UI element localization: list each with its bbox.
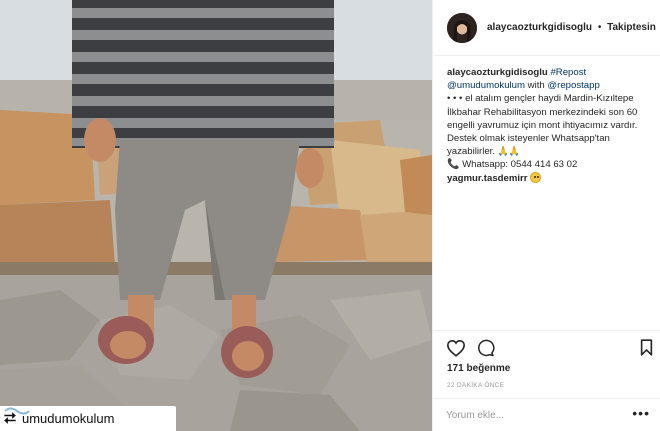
caption-phone-line: Whatsapp: 0544 414 63 02 — [462, 159, 578, 171]
caption-body: • • • el atalım gençler haydi Mardin-Kız… — [447, 92, 655, 158]
caption-username-link[interactable]: alaycaozturkgidisoglu — [447, 67, 548, 78]
heart-icon[interactable] — [446, 339, 466, 357]
bookmark-icon[interactable] — [640, 339, 653, 356]
action-bar — [432, 330, 660, 366]
avatar-image — [447, 12, 477, 43]
smiley-emoji-icon — [530, 171, 542, 183]
comment-input[interactable] — [446, 409, 616, 421]
post-username-link[interactable]: alaycaozturkgidisoglu — [487, 22, 592, 33]
likes-count[interactable]: 171 beğenme — [447, 363, 510, 374]
comment-bubble-icon[interactable] — [476, 339, 495, 357]
caption-with-text: with — [527, 80, 545, 92]
header-separator: • — [597, 22, 602, 33]
post-caption: alaycaozturkgidisoglu #Repost @umudumoku… — [447, 66, 655, 185]
comment-username-link[interactable]: yagmur.tasdemirr — [447, 173, 528, 184]
mention-link-umudumokulum[interactable]: @umudumokulum — [447, 80, 525, 91]
following-button[interactable]: Takiptesin — [607, 22, 656, 33]
repost-watermark: ⮂ umudumokulum — [0, 406, 176, 431]
post-photo[interactable]: ⮂ umudumokulum — [0, 0, 432, 431]
post-timestamp[interactable]: 22 DAKİKA ÖNCE — [447, 382, 504, 389]
hashtag-link[interactable]: #Repost — [550, 67, 586, 78]
repost-username: umudumokulum — [22, 411, 115, 426]
photo-illustration — [0, 0, 432, 431]
comment-row: yagmur.tasdemirr — [447, 171, 655, 185]
comment-box: ••• — [432, 398, 660, 431]
more-options-button[interactable]: ••• — [632, 405, 650, 421]
telephone-icon: 📞 — [447, 159, 460, 171]
repost-app-logo-icon — [4, 407, 30, 415]
mention-link-repostapp[interactable]: @repostapp — [547, 80, 599, 91]
avatar[interactable] — [447, 12, 477, 43]
post-header: alaycaozturkgidisoglu • Takiptesin — [433, 0, 660, 56]
caption-body-text: • • • el atalım gençler haydi Mardin-Kız… — [447, 93, 638, 158]
praying-emoji-icon: 🙏🙏 — [497, 146, 521, 157]
